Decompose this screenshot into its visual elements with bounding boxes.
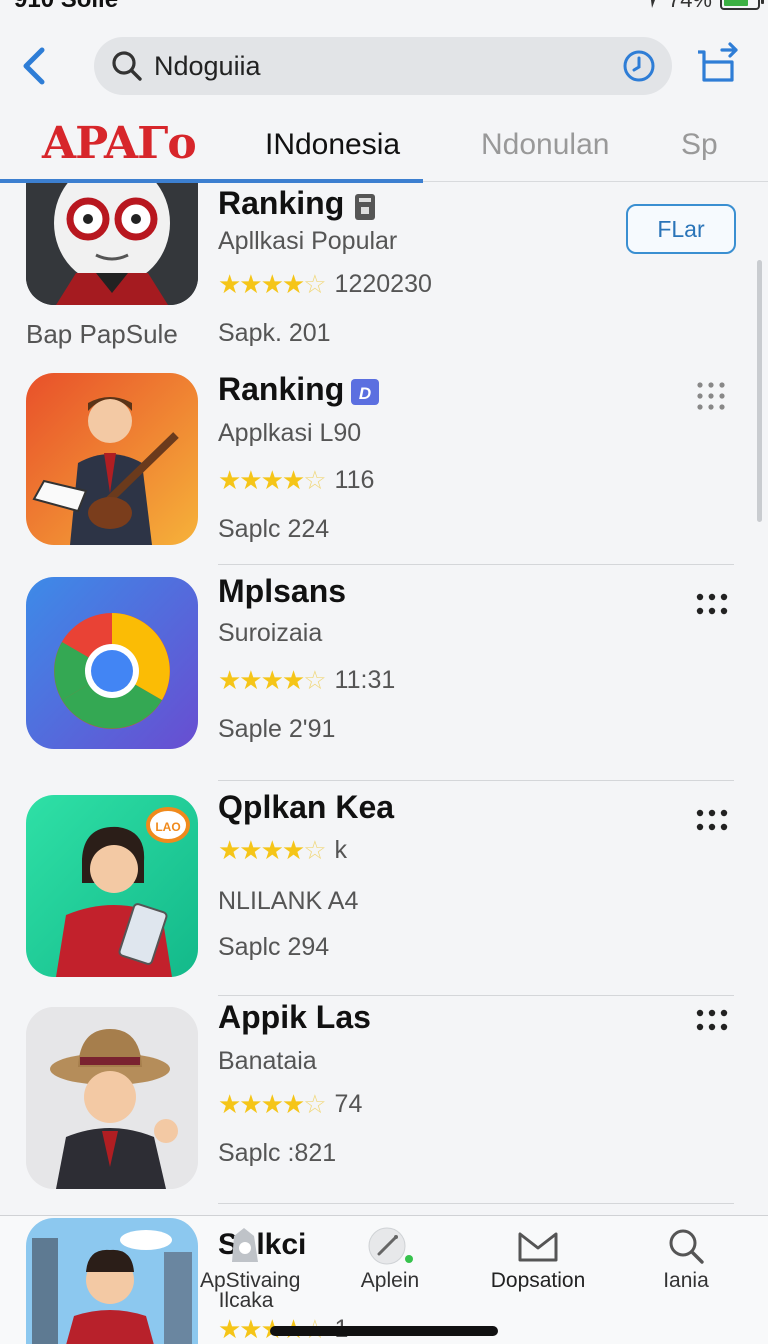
app-icon: [26, 577, 198, 749]
more-options-icon[interactable]: [692, 805, 732, 837]
list-item[interactable]: Bap PapSule Ranking Apllkasi Popular ★★★…: [0, 183, 768, 363]
app-icon: [26, 183, 198, 305]
list-item[interactable]: LAO Qplkan Kea ★★★★☆ k NLILANK A4 Saplc …: [0, 789, 768, 1005]
phone-lock-icon: [355, 194, 375, 220]
star-rating-icon: ★★★★☆: [218, 464, 327, 495]
history-icon[interactable]: [622, 49, 656, 83]
app-size: Sapk. 201: [218, 319, 331, 347]
app-rating: ★★★★☆ 1220230: [218, 269, 432, 299]
nav-search[interactable]: Iania: [650, 1226, 722, 1291]
rating-count: 116: [334, 465, 375, 494]
nav-dopsation[interactable]: Dopsation: [488, 1226, 588, 1291]
app-list[interactable]: Bap PapSule Ranking Apllkasi Popular ★★★…: [0, 183, 768, 1215]
nav-aplein[interactable]: Aplein: [352, 1226, 428, 1291]
list-item[interactable]: Mplsans Suroizaia ★★★★☆ 11:31 Saple 2'91: [0, 573, 768, 791]
scrollbar[interactable]: [757, 260, 762, 522]
tab-ndonulan[interactable]: Ndonulan: [481, 128, 609, 162]
app-icon: [26, 373, 198, 545]
cart-icon[interactable]: [692, 40, 742, 90]
d-badge-icon: D: [351, 379, 379, 405]
app-subtitle: Apllkasi Popular: [218, 227, 398, 255]
app-subtitle: Banataia: [218, 1047, 317, 1075]
rating-count: 11:31: [334, 665, 396, 694]
nav-label: ApStivaing Ilcaka: [200, 1269, 301, 1312]
app-rating: ★★★★☆ 74: [218, 1089, 362, 1119]
battery-percent: 74%: [668, 0, 712, 13]
status-bar: 910 Soile 74%: [0, 0, 768, 14]
app-name: Ranking: [218, 185, 345, 221]
app-subtitle: Suroizaia: [218, 619, 323, 647]
app-icon: [26, 1007, 198, 1189]
carrier-label: 910 Soile: [14, 0, 118, 14]
star-rating-icon: ★★★★☆: [218, 834, 327, 865]
app-name: Ranking: [218, 371, 345, 407]
back-icon[interactable]: [18, 44, 52, 88]
app-rating: ★★★★☆ k: [218, 835, 347, 865]
tab-indonesia[interactable]: INdonesia: [265, 128, 400, 162]
app-store-icon: [232, 1228, 258, 1262]
divider: [218, 780, 734, 781]
nav-label: Aplein: [360, 1269, 420, 1292]
home-indicator[interactable]: [270, 1326, 498, 1336]
divider: [218, 564, 734, 565]
search-input[interactable]: [154, 50, 622, 82]
list-item[interactable]: Ranking D Applkasi L90 ★★★★☆ 116 Saplc 2…: [0, 371, 768, 575]
app-size: Saplc 224: [218, 515, 330, 543]
svg-text:D: D: [359, 384, 371, 403]
more-options-icon[interactable]: [692, 589, 732, 621]
star-rating-icon: ★★★★☆: [218, 664, 327, 695]
app-name: Qplkan Kea: [218, 789, 395, 825]
app-name: Mplsans: [218, 573, 347, 609]
nav-label: Dopsation: [490, 1269, 586, 1292]
app-rating: ★★★★☆ 11:31: [218, 665, 395, 695]
list-item[interactable]: Appik Las Banataia ★★★★☆ 74 Saplc :821: [0, 999, 768, 1215]
rating-count: 74: [334, 1089, 363, 1118]
magic-wand-icon: [368, 1227, 413, 1265]
app-icon: [26, 1218, 198, 1344]
search-icon: [669, 1229, 704, 1264]
nav-label: Iania: [663, 1269, 709, 1292]
search-bar[interactable]: [94, 37, 672, 95]
store-logo: APAΓo: [42, 118, 197, 169]
app-subtitle: Applkasi L90: [218, 419, 362, 447]
chat-bubble-text: LAO: [155, 820, 180, 834]
location-icon: [650, 0, 655, 8]
category-tabs: APAΓo INdonesia Ndonulan Sp: [0, 108, 768, 183]
nav-apps[interactable]: ApStivaing Ilcaka: [200, 1226, 301, 1312]
get-button[interactable]: FLar: [626, 204, 736, 254]
divider: [218, 995, 734, 996]
star-rating-icon: ★★★★☆: [218, 1088, 327, 1119]
star-rating-icon: ★★★★☆: [218, 268, 327, 299]
app-caption: Bap PapSule: [26, 319, 178, 349]
app-icon: LAO: [26, 795, 198, 977]
app-subtitle: NLILANK A4: [218, 887, 359, 915]
search-icon: [112, 51, 142, 81]
tab-sp[interactable]: Sp: [681, 128, 718, 162]
battery-icon: [720, 0, 764, 10]
app-name: Appik Las: [218, 999, 371, 1035]
divider: [218, 1203, 734, 1204]
more-options-icon[interactable]: [692, 381, 732, 413]
app-size: Saple 2'91: [218, 715, 336, 743]
app-size: Saplc 294: [218, 933, 330, 961]
rating-count: 1220230: [334, 269, 432, 298]
app-size: Saplc :821: [218, 1139, 337, 1167]
rating-count: k: [334, 835, 348, 864]
more-options-icon[interactable]: [692, 1005, 732, 1037]
app-rating: ★★★★☆ 116: [218, 465, 374, 495]
bottom-nav: Splkci ★★★★☆ 1 ApStivaing Ilcaka Aplein …: [0, 1215, 768, 1344]
inbox-icon: [518, 1232, 558, 1262]
